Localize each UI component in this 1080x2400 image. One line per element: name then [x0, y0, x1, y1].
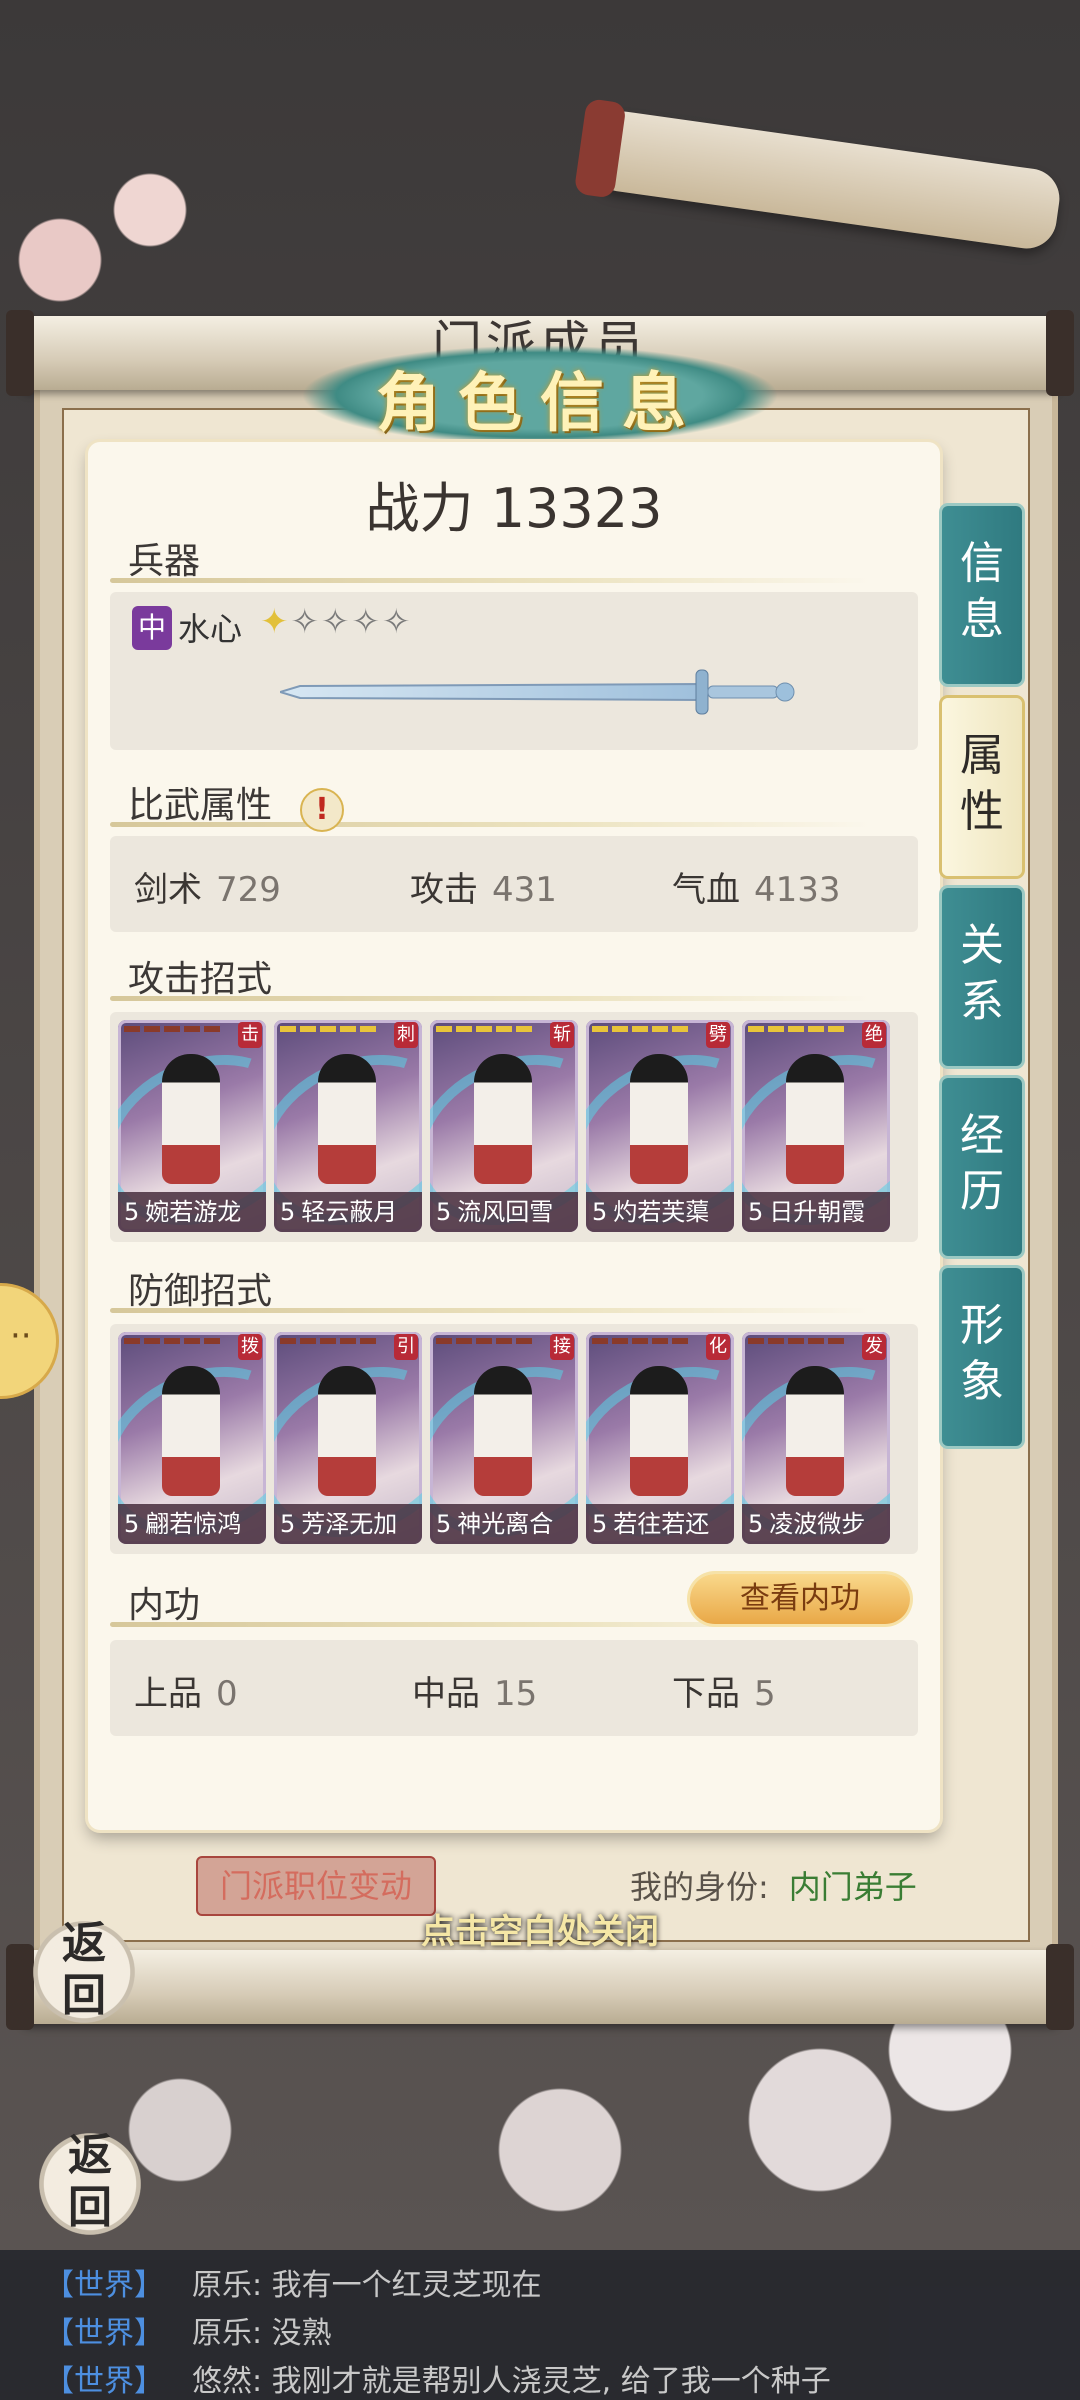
neigong-header: 内功: [110, 1578, 870, 1634]
star-filled-icon: ✦: [260, 602, 291, 642]
identity-value: 内门弟子: [788, 1868, 917, 1906]
combat-power-value: 13323: [490, 477, 663, 540]
move-card[interactable]: 斩 5 流风回雪: [430, 1020, 578, 1232]
close-hint: 点击空白处关闭: [421, 1912, 659, 1952]
page-title: 角色信息: [376, 366, 704, 441]
weapon-section-title: 兵器: [128, 541, 201, 582]
view-neigong-button[interactable]: 查看内功: [690, 1574, 910, 1624]
move-card[interactable]: 击 5 婉若游龙: [118, 1020, 266, 1232]
tab-history[interactable]: 经历: [942, 1078, 1022, 1256]
scroll-bottom-rod: [6, 1944, 1074, 2030]
move-card[interactable]: 接 5 神光离合: [430, 1332, 578, 1544]
star-empty-icon: ✧: [321, 602, 352, 642]
neigong-high: 上品 0: [134, 1674, 238, 1714]
neigong-low: 下品 5: [672, 1674, 776, 1714]
combat-attrs-header: 比武属性 !: [110, 778, 870, 834]
move-card[interactable]: 化 5 若往若还: [586, 1332, 734, 1544]
identity-label: 我的身份:: [630, 1868, 769, 1906]
chat-message: 【世界】 原乐: 没熟: [44, 2316, 332, 2351]
move-card[interactable]: 刺 5 轻云蔽月: [274, 1020, 422, 1232]
character-info-panel: 战力 13323 兵器 中 水心 ✦✧✧✧✧ 比武属性 ! 剑术 729 攻击 43…: [88, 442, 940, 1830]
defense-moves-title: 防御招式: [128, 1271, 273, 1312]
back-button[interactable]: 返回: [36, 2130, 144, 2238]
star-empty-icon: ✧: [351, 602, 382, 642]
chat-message: 【世界】 悠然: 我刚才就是帮别人浇灵芝, 给了我一个种子: [44, 2364, 831, 2399]
weapon-section-header: 兵器: [110, 534, 870, 590]
weapon-card[interactable]: 中 水心 ✦✧✧✧✧: [110, 592, 918, 750]
combat-attrs-box: 剑术 729 攻击 431 气血 4133: [110, 836, 918, 932]
tab-appearance[interactable]: 形象: [942, 1268, 1022, 1446]
move-card[interactable]: 引 5 芳泽无加: [274, 1332, 422, 1544]
identity: 我的身份: 内门弟子: [630, 1862, 917, 1908]
defense-moves-row: 拨 5 翩若惊鸿 引 5 芳泽无加 接 5 神光离合 化 5 若往若还 发 5 凌波微步: [110, 1324, 918, 1554]
defense-moves-header: 防御招式: [110, 1264, 870, 1320]
attack-moves-title: 攻击招式: [128, 959, 273, 1000]
tab-relations[interactable]: 关系: [942, 888, 1022, 1066]
neigong-box: 上品 0 中品 15 下品 5: [110, 1640, 918, 1736]
alert-icon[interactable]: !: [300, 788, 344, 832]
star-empty-icon: ✧: [382, 602, 413, 642]
move-card[interactable]: 绝 5 日升朝霞: [742, 1020, 890, 1232]
weapon-star-rating: ✦✧✧✧✧: [260, 602, 413, 642]
tab-attributes[interactable]: 属性: [942, 698, 1022, 876]
star-empty-icon: ✧: [290, 602, 321, 642]
attack-moves-row: 击 5 婉若游龙 刺 5 轻云蔽月 斩 5 流风回雪 劈 5 灼若芙蕖 绝 5 日升朝霞: [110, 1012, 918, 1242]
move-card[interactable]: 发 5 凌波微步: [742, 1332, 890, 1544]
move-card[interactable]: 劈 5 灼若芙蕖: [586, 1020, 734, 1232]
attack-moves-header: 攻击招式: [110, 952, 870, 1008]
back-button-upper[interactable]: 返回: [30, 1918, 138, 2026]
world-chat[interactable]: 【世界】 原乐: 我有一个红灵芝现在 【世界】 原乐: 没熟 【世界】 悠然: 我刚才…: [0, 2250, 1080, 2400]
weapon-name: 水心: [178, 610, 243, 648]
attr-hp: 气血 4133: [672, 870, 841, 910]
move-card[interactable]: 拨 5 翩若惊鸿: [118, 1332, 266, 1544]
neigong-title: 内功: [128, 1585, 201, 1626]
combat-attrs-title: 比武属性: [128, 785, 273, 826]
weapon-grade-tag: 中: [132, 606, 172, 650]
attr-sword: 剑术 729: [134, 870, 281, 910]
combat-power: 战力 13323: [88, 464, 940, 543]
attr-attack: 攻击 431: [410, 870, 557, 910]
neigong-mid: 中品 15: [412, 1674, 538, 1714]
sword-icon: [280, 669, 795, 715]
tab-info[interactable]: 信息: [942, 506, 1022, 684]
chat-message: 【世界】 原乐: 我有一个红灵芝现在: [44, 2268, 542, 2303]
combat-power-label: 战力: [365, 477, 474, 540]
